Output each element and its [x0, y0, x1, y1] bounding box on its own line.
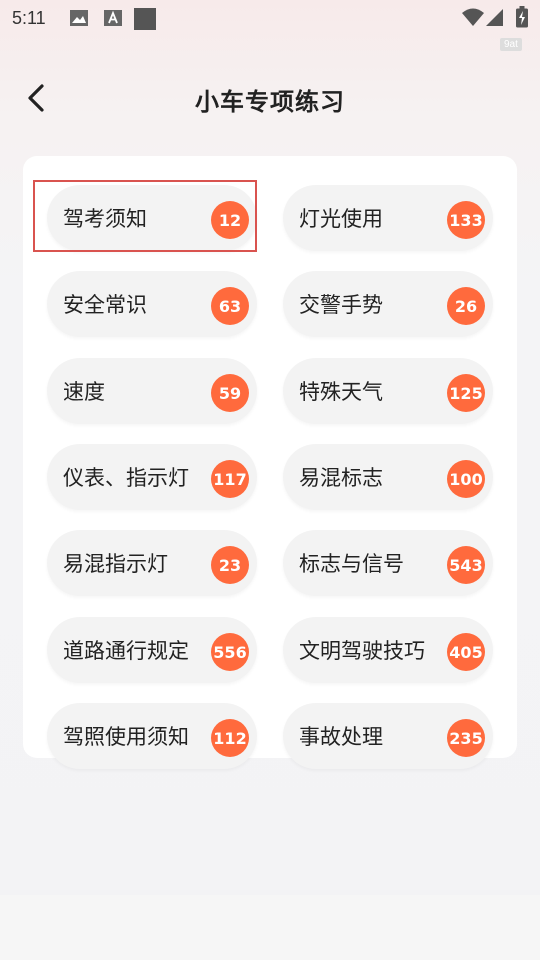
category-item[interactable]: 交警手势 26 — [283, 271, 493, 337]
category-label: 交警手势 — [299, 293, 383, 317]
category-label: 文明驾驶技巧 — [299, 639, 425, 663]
category-item[interactable]: 事故处理 235 — [283, 703, 493, 769]
signal-icon — [486, 9, 503, 26]
count-badge: 63 — [211, 287, 249, 325]
count-badge: 23 — [211, 546, 249, 584]
count-badge: 26 — [447, 287, 485, 325]
category-label: 仪表、指示灯 — [63, 466, 189, 490]
category-item[interactable]: 灯光使用 133 — [283, 185, 493, 251]
photo-icon — [70, 10, 88, 26]
category-label: 速度 — [63, 380, 105, 404]
status-bar: 5:11 9at — [0, 0, 540, 51]
category-label: 事故处理 — [299, 725, 383, 749]
category-item[interactable]: 标志与信号 543 — [283, 530, 493, 596]
highlight-box — [33, 180, 257, 252]
category-label: 易混标志 — [299, 466, 383, 490]
square-icon — [134, 8, 156, 30]
bottom-area — [0, 895, 540, 960]
category-label: 易混指示灯 — [63, 552, 168, 576]
category-label: 特殊天气 — [299, 380, 383, 404]
category-item[interactable]: 道路通行规定 556 — [47, 617, 257, 683]
count-badge: 405 — [447, 633, 485, 671]
page-title: 小车专项练习 — [195, 88, 345, 116]
count-badge: 59 — [211, 374, 249, 412]
category-item[interactable]: 文明驾驶技巧 405 — [283, 617, 493, 683]
category-label: 道路通行规定 — [63, 639, 189, 663]
header: 小车专项练习 — [0, 60, 540, 136]
category-item[interactable]: 驾照使用须知 112 — [47, 703, 257, 769]
category-item[interactable]: 速度 59 — [47, 358, 257, 424]
count-badge: 543 — [447, 546, 485, 584]
status-time: 5:11 — [12, 8, 46, 28]
count-badge: 235 — [447, 719, 485, 757]
count-badge: 112 — [211, 719, 249, 757]
category-label: 灯光使用 — [299, 207, 383, 231]
category-item[interactable]: 安全常识 63 — [47, 271, 257, 337]
battery-icon — [516, 6, 528, 28]
text-a-icon — [104, 10, 122, 26]
category-item[interactable]: 仪表、指示灯 117 — [47, 444, 257, 510]
count-badge: 556 — [211, 633, 249, 671]
category-item[interactable]: 易混指示灯 23 — [47, 530, 257, 596]
count-badge: 133 — [447, 201, 485, 239]
category-label: 驾照使用须知 — [63, 725, 189, 749]
category-item[interactable]: 易混标志 100 — [283, 444, 493, 510]
category-item[interactable]: 特殊天气 125 — [283, 358, 493, 424]
category-label: 标志与信号 — [299, 552, 404, 576]
category-label: 安全常识 — [63, 293, 147, 317]
status-tag: 9at — [500, 38, 522, 51]
count-badge: 117 — [211, 460, 249, 498]
count-badge: 125 — [447, 374, 485, 412]
count-badge: 100 — [447, 460, 485, 498]
wifi-icon — [462, 8, 484, 26]
